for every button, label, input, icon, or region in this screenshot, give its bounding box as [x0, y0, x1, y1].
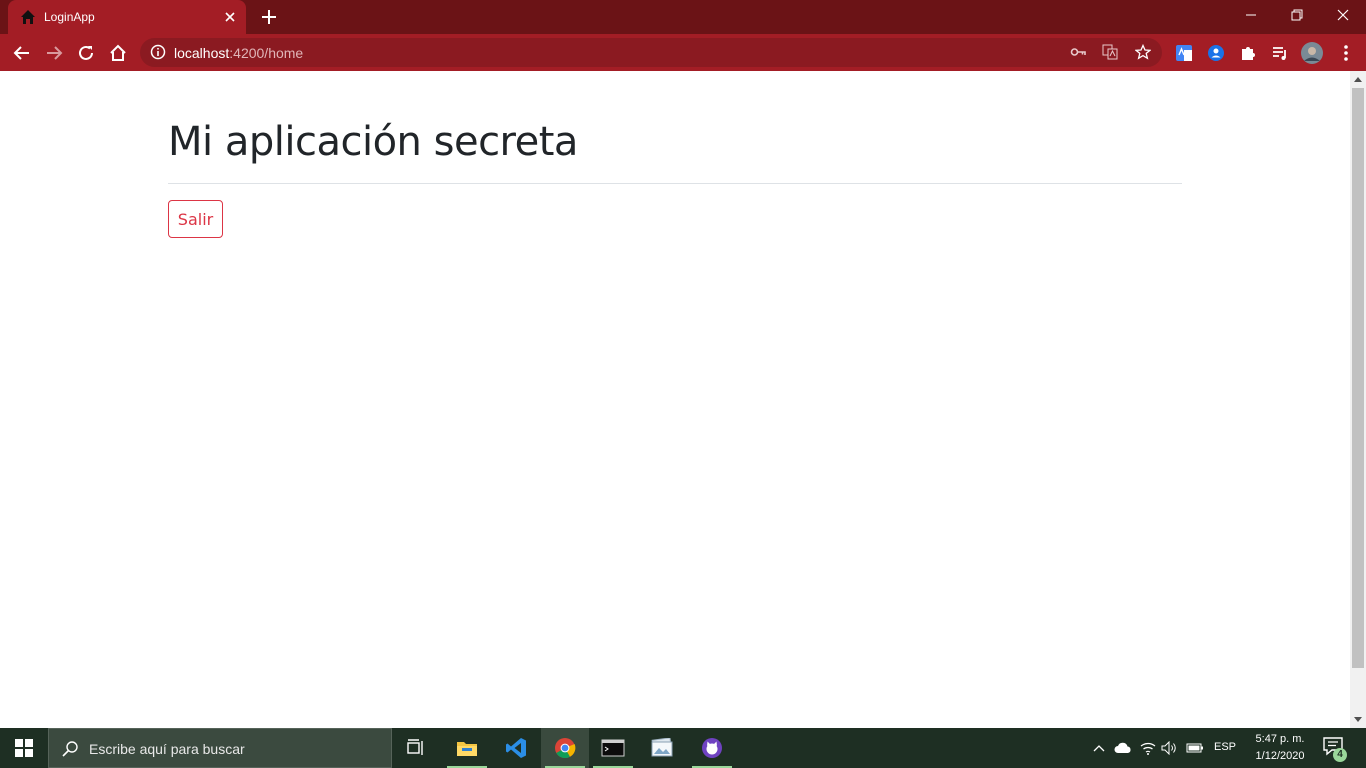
wifi-icon[interactable]	[1138, 738, 1158, 758]
menu-kebab-icon[interactable]	[1336, 43, 1356, 63]
start-button[interactable]	[0, 728, 48, 768]
folder-icon	[457, 742, 477, 756]
minimize-button[interactable]	[1228, 0, 1274, 30]
search-icon	[61, 740, 79, 763]
profile-avatar[interactable]	[1300, 41, 1324, 65]
windows-taskbar: Escribe aquí para buscar ESP 5:47 p. m. …	[0, 728, 1366, 768]
home-button-icon[interactable]	[108, 43, 128, 63]
back-icon[interactable]	[12, 43, 32, 63]
account-extension-icon[interactable]	[1206, 43, 1226, 63]
onedrive-cloud-icon[interactable]	[1113, 738, 1133, 758]
taskbar-search-box[interactable]: Escribe aquí para buscar	[48, 728, 392, 768]
image-viewer-icon	[651, 738, 673, 757]
url-host: localhost	[174, 45, 230, 61]
bookmark-star-icon[interactable]	[1133, 42, 1153, 62]
close-icon[interactable]	[222, 9, 238, 25]
chevron-up-icon[interactable]	[1089, 738, 1109, 758]
search-placeholder: Escribe aquí para buscar	[89, 741, 245, 757]
restore-button[interactable]	[1274, 0, 1320, 30]
extensions-puzzle-icon[interactable]	[1238, 43, 1258, 63]
url-text: localhost:4200/home	[174, 45, 303, 61]
volume-icon[interactable]	[1160, 738, 1180, 758]
scroll-up-icon[interactable]	[1350, 71, 1366, 87]
scrollbar-thumb[interactable]	[1352, 88, 1364, 668]
chrome-app[interactable]	[541, 728, 589, 768]
github-desktop-icon	[702, 738, 722, 758]
image-viewer-app[interactable]	[638, 728, 686, 768]
windows-logo-icon	[15, 739, 33, 757]
logout-button[interactable]: Salir	[168, 200, 223, 238]
clock-time: 5:47 p. m.	[1255, 733, 1305, 745]
address-bar[interactable]: localhost:4200/home	[140, 38, 1162, 67]
tab-title: LoginApp	[44, 10, 95, 24]
terminal-icon	[601, 739, 625, 757]
scroll-down-icon[interactable]	[1350, 712, 1366, 728]
notification-badge: 4	[1333, 748, 1347, 762]
close-window-button[interactable]	[1320, 0, 1366, 30]
terminal-app[interactable]	[589, 728, 637, 768]
reload-icon[interactable]	[76, 43, 96, 63]
page-scrollbar[interactable]	[1350, 71, 1366, 728]
battery-icon[interactable]	[1185, 738, 1205, 758]
url-path: :4200/home	[229, 45, 304, 61]
google-translate-extension-icon[interactable]	[1174, 43, 1194, 63]
vscode-app[interactable]	[492, 728, 540, 768]
media-controls-icon[interactable]	[1270, 43, 1290, 63]
info-icon[interactable]	[148, 42, 168, 62]
clock-date: 1/12/2020	[1255, 750, 1305, 762]
github-desktop-app[interactable]	[688, 728, 736, 768]
key-icon[interactable]	[1068, 42, 1088, 62]
browser-tab[interactable]: LoginApp	[8, 0, 246, 34]
divider	[168, 183, 1182, 184]
translate-icon[interactable]	[1100, 42, 1120, 62]
system-clock[interactable]: 5:47 p. m. 1/12/2020	[1250, 731, 1310, 765]
browser-toolbar: localhost:4200/home	[0, 34, 1366, 71]
input-language[interactable]: ESP	[1214, 741, 1236, 753]
home-icon	[20, 9, 36, 25]
page-title: Mi aplicación secreta	[168, 119, 578, 165]
task-view-button[interactable]	[392, 728, 440, 768]
browser-tabstrip: LoginApp	[0, 0, 1366, 34]
chrome-icon	[555, 738, 576, 759]
new-tab-button[interactable]	[260, 8, 278, 26]
vscode-icon	[506, 738, 526, 758]
file-explorer-app[interactable]	[443, 728, 491, 768]
task-view-icon	[407, 739, 423, 755]
page-content: Mi aplicación secreta Salir	[0, 71, 1350, 728]
forward-icon[interactable]	[44, 43, 64, 63]
